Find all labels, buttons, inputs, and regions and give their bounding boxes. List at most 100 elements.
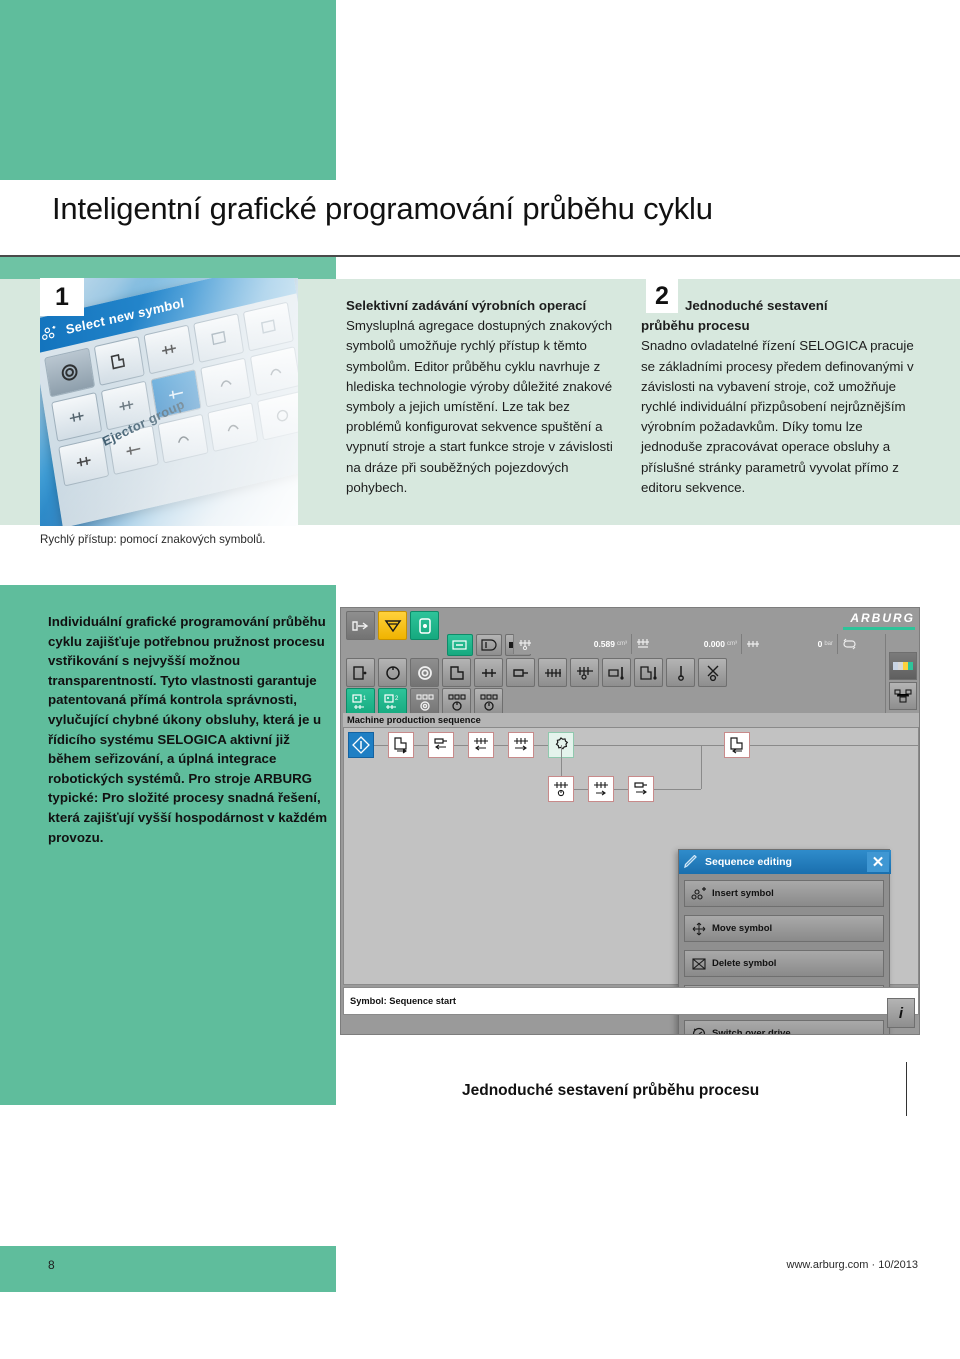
page-number: 8 xyxy=(48,1258,55,1272)
svg-text:1: 1 xyxy=(363,696,367,702)
mould-group-button[interactable] xyxy=(442,658,471,687)
sequence-section-title: Machine production sequence xyxy=(343,713,919,727)
cushion-icon xyxy=(637,639,649,648)
cycle-button[interactable] xyxy=(378,658,407,687)
status-cell-cushion: 0.000 cm³ xyxy=(631,634,741,654)
sequence-node-decompression[interactable] xyxy=(588,776,614,802)
photo-symbol-cell xyxy=(58,436,110,487)
sequence-wire-main xyxy=(374,745,919,746)
measurement-button[interactable] xyxy=(666,658,695,687)
feature-column-2: Jednoduché sestavení průběhu procesu Sna… xyxy=(641,296,927,498)
status-value-pressure: 0 xyxy=(817,639,823,649)
photo-symbol-cell xyxy=(93,335,145,386)
dialog-titlebar: Sequence editing ✕ xyxy=(679,850,891,874)
pencil-icon xyxy=(684,854,700,871)
mould-open-button[interactable] xyxy=(346,658,375,687)
feature-1-heading: Selektivní zadávání výrobních operací xyxy=(346,298,587,313)
setup-mode-button[interactable] xyxy=(378,611,407,640)
dialog-item-switch-over-drive[interactable]: Switch over drive xyxy=(684,1020,884,1035)
screenshot-caption: Jednoduché sestavení průběhu procesu xyxy=(462,1082,760,1099)
dialog-item-label: Insert symbol xyxy=(712,888,774,899)
dialog-item-insert-symbol[interactable]: Insert symbol xyxy=(684,880,884,907)
dialog-item-label: Switch over drive xyxy=(712,1028,791,1035)
sequence-node-holding-pressure[interactable] xyxy=(508,732,534,758)
photo-symbol-cell xyxy=(242,301,294,352)
delete-symbol-icon xyxy=(691,957,707,971)
photo-symbol-cell xyxy=(143,324,195,375)
auto-mode-button[interactable] xyxy=(410,611,439,640)
photo-symbol-cell xyxy=(44,347,96,398)
photo-symbol-cell xyxy=(256,390,298,441)
status-cell-pressure: 0 bar xyxy=(741,634,837,654)
status-value-cushion: 0.000 xyxy=(703,639,725,649)
page-title: Inteligentní grafické programování průbě… xyxy=(52,191,713,226)
photo-caption: Rychlý přístup: pomocí znakových symbolů… xyxy=(40,533,266,546)
photo-symbol-cell xyxy=(193,313,245,363)
feature-1-body: Smysluplná agregace dostupných znakových… xyxy=(346,318,613,495)
dialog-title-text: Sequence editing xyxy=(705,856,792,868)
color-legend-button[interactable] xyxy=(889,652,917,680)
screw-group-button[interactable] xyxy=(538,658,567,687)
feature-column-1: Selektivní zadávání výrobních operací Sm… xyxy=(346,296,628,498)
status-value-dosage: 0.589 xyxy=(593,639,615,649)
toolbar-mode-row xyxy=(346,611,442,640)
feature-2-heading-line2: průběhu procesu xyxy=(641,318,750,334)
ejector-group-button[interactable] xyxy=(474,658,503,687)
switch-over-drive-icon xyxy=(691,1027,707,1034)
arburg-logo-underline xyxy=(843,627,915,630)
photo-symbol-cell xyxy=(249,346,298,397)
sequence-node-mould-open[interactable] xyxy=(724,732,750,758)
status-unit-pressure: bar xyxy=(824,641,833,647)
toolbar-function-row xyxy=(346,658,730,687)
status-cell-dosage: 0.589 cm³ xyxy=(513,634,631,654)
sequence-node-injection[interactable] xyxy=(468,732,494,758)
lower-body-text: Individuální grafické programování průbě… xyxy=(48,614,328,845)
screenshot-caption-rule xyxy=(906,1062,907,1116)
sequence-node-start[interactable] xyxy=(348,732,374,758)
status-readout-strip: 0.589 cm³ 0.000 cm³ 0 bar 0.000 s xyxy=(513,634,919,654)
top-green-band xyxy=(0,0,336,180)
svg-text:2: 2 xyxy=(395,696,399,702)
sequence-node-mould-close[interactable] xyxy=(388,732,414,758)
dialog-item-label: Delete symbol xyxy=(712,958,777,969)
sequence-node-nozzle-back[interactable] xyxy=(628,776,654,802)
page-active-button[interactable] xyxy=(447,634,473,656)
status-unit-dosage: cm³ xyxy=(617,641,627,647)
info-button[interactable]: i xyxy=(887,998,915,1028)
photo-symbol-cell xyxy=(200,357,252,408)
dialog-item-delete-symbol[interactable]: Delete symbol xyxy=(684,950,884,977)
nozzle-group-button[interactable] xyxy=(506,658,535,687)
dialog-item-label: Move symbol xyxy=(712,923,773,934)
basic-sequence-rail-button[interactable] xyxy=(889,682,917,710)
green-accent-bar xyxy=(0,257,336,279)
move-symbol-icon xyxy=(691,922,707,936)
selogica-screenshot: ARBURG 0.589 cm³ 0.000 cm³ 0 bar 1 2 Mac… xyxy=(340,607,920,1035)
feature-badge-1: 1 xyxy=(40,278,84,316)
cycle-time-icon xyxy=(843,638,856,650)
footer-url: www.arburg.com · 10/2013 xyxy=(786,1259,918,1271)
photo-symbol-cell xyxy=(207,402,259,453)
sequence-wire-branch-up xyxy=(701,745,702,789)
status-unit-cushion: cm³ xyxy=(727,641,737,647)
dosage-icon xyxy=(519,640,531,650)
dialog-item-move-symbol[interactable]: Move symbol xyxy=(684,915,884,942)
temperature-mould-button[interactable] xyxy=(634,658,663,687)
robot-group-button[interactable] xyxy=(698,658,727,687)
dosage-group-button[interactable] xyxy=(410,658,439,687)
pressure-icon xyxy=(747,641,759,647)
dosage-time-button[interactable] xyxy=(570,658,599,687)
select-symbol-icon xyxy=(40,325,58,341)
feature-2-heading: Jednoduché sestavení xyxy=(685,298,828,313)
arburg-logo: ARBURG xyxy=(850,611,915,625)
sequence-node-nozzle-forward[interactable] xyxy=(428,732,454,758)
close-icon[interactable]: ✕ xyxy=(867,852,889,872)
page-info-button[interactable] xyxy=(476,634,502,656)
insert-symbol-icon xyxy=(691,886,707,901)
sequence-node-dosage[interactable] xyxy=(548,776,574,802)
sequence-canvas[interactable]: Sequence editing ✕ Insert symbol Move sy… xyxy=(343,727,919,1034)
app-statusbar: Symbol: Sequence start xyxy=(343,987,919,1015)
photo-symbol-cell xyxy=(51,392,103,442)
manual-mode-button[interactable] xyxy=(346,611,375,640)
temperature-nozzle-button[interactable] xyxy=(602,658,631,687)
feature-2-body: Snadno ovladatelné řízení SELOGICA pracu… xyxy=(641,338,914,495)
